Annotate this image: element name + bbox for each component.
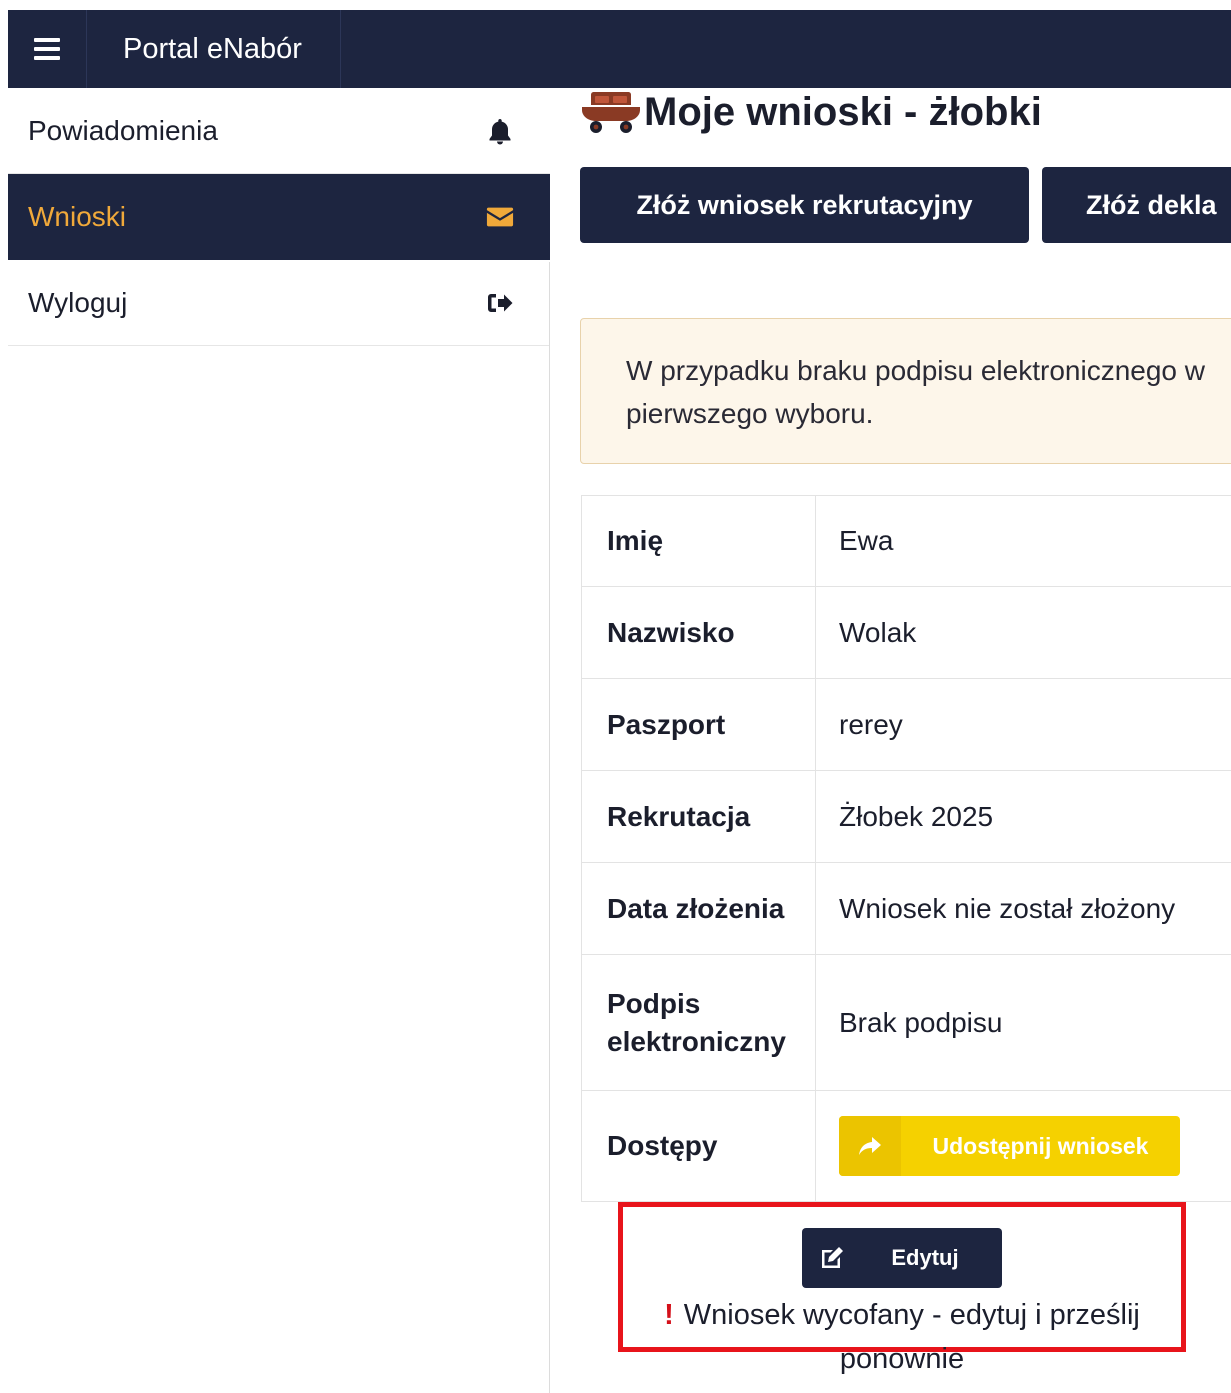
edit-button[interactable]: Edytuj [802,1228,1002,1288]
submit-declaration-button[interactable]: Złóż dekla [1042,167,1231,243]
sidebar-item-applications[interactable]: Wnioski [8,174,550,260]
row-value-last-name: Wolak [815,586,1231,679]
sidebar-item-logout[interactable]: Wyloguj [8,260,550,346]
row-key-e-signature-line2: elektroniczny [607,1025,786,1057]
envelope-icon [486,203,514,231]
alert-text-line2: pierwszego wyboru. [626,398,874,429]
hamburger-icon [34,38,60,60]
action-buttons: Złóż wniosek rekrutacyjny Złóż dekla [580,167,1231,243]
share-application-button[interactable]: Udostępnij wniosek [839,1116,1180,1176]
withdrawn-warning: ! Wniosek wycofany - edytuj i prześlij po… [623,1293,1181,1381]
share-application-label: Udostępnij wniosek [932,1132,1149,1159]
sidebar-item-notifications[interactable]: Powiadomienia [8,88,550,174]
row-key-access: Dostępy [581,1090,816,1202]
alert-text-line1: W przypadku braku podpisu elektroniczneg… [626,355,1205,386]
table-row: Nazwisko Wolak [581,586,1231,679]
edit-button-label: Edytuj [891,1245,959,1270]
table-row: Rekrutacja Żłobek 2025 [581,770,1231,863]
edit-icon [802,1246,862,1270]
application-details-table: Imię Ewa Nazwisko Wolak Paszport rerey R… [581,495,1231,1202]
row-key-submission-date: Data złożenia [581,862,816,955]
sidebar-divider [549,262,550,1393]
main-content: Moje wnioski - żłobki Złóż wniosek rekru… [580,88,1231,1375]
row-value-e-signature: Brak podpisu [815,954,1231,1091]
table-row: Dostępy Udostępnij wniosek [581,1090,1231,1202]
page-title: Moje wnioski - żłobki [580,90,1231,134]
table-row: Podpis elektroniczny Brak podpisu [581,954,1231,1091]
edit-highlight-box: Edytuj ! Wniosek wycofany - edytuj i prze… [618,1202,1186,1375]
submit-application-button[interactable]: Złóż wniosek rekrutacyjny [580,167,1029,243]
row-key-e-signature: Podpis elektroniczny [581,954,816,1091]
info-alert: W przypadku braku podpisu elektroniczneg… [580,318,1231,464]
bell-icon [486,117,514,145]
row-key-e-signature-line1: Podpis [607,987,701,1019]
row-value-access: Udostępnij wniosek [815,1090,1231,1202]
sidebar-item-label: Powiadomienia [28,114,218,146]
table-row: Data złożenia Wniosek nie został złożony [581,862,1231,955]
row-key-recruitment: Rekrutacja [581,770,816,863]
top-navbar: Portal eNabór [8,10,1231,88]
row-value-submission-date: Wniosek nie został złożony [815,862,1231,955]
table-row: Imię Ewa [581,495,1231,587]
share-icon [839,1116,901,1176]
table-row: Paszport rerey [581,678,1231,771]
sidebar-item-label: Wnioski [28,201,127,232]
row-value-first-name: Ewa [815,495,1231,587]
sign-out-icon [486,289,514,317]
row-key-first-name: Imię [581,495,816,587]
sidebar-item-label: Wyloguj [28,286,128,318]
row-key-passport: Paszport [581,678,816,771]
row-value-passport: rerey [815,678,1231,771]
withdrawn-warning-text: Wniosek wycofany - edytuj i prześlij pon… [683,1299,1140,1375]
sidebar: Powiadomienia Wnioski Wyloguj [8,88,550,346]
row-value-recruitment: Żłobek 2025 [815,770,1231,863]
brand-title[interactable]: Portal eNabór [87,10,341,88]
stroller-icon [582,92,640,133]
menu-toggle-button[interactable] [8,10,87,88]
page-title-text: Moje wnioski - żłobki [644,89,1042,134]
exclamation-icon: ! [664,1299,674,1331]
row-key-last-name: Nazwisko [581,586,816,679]
